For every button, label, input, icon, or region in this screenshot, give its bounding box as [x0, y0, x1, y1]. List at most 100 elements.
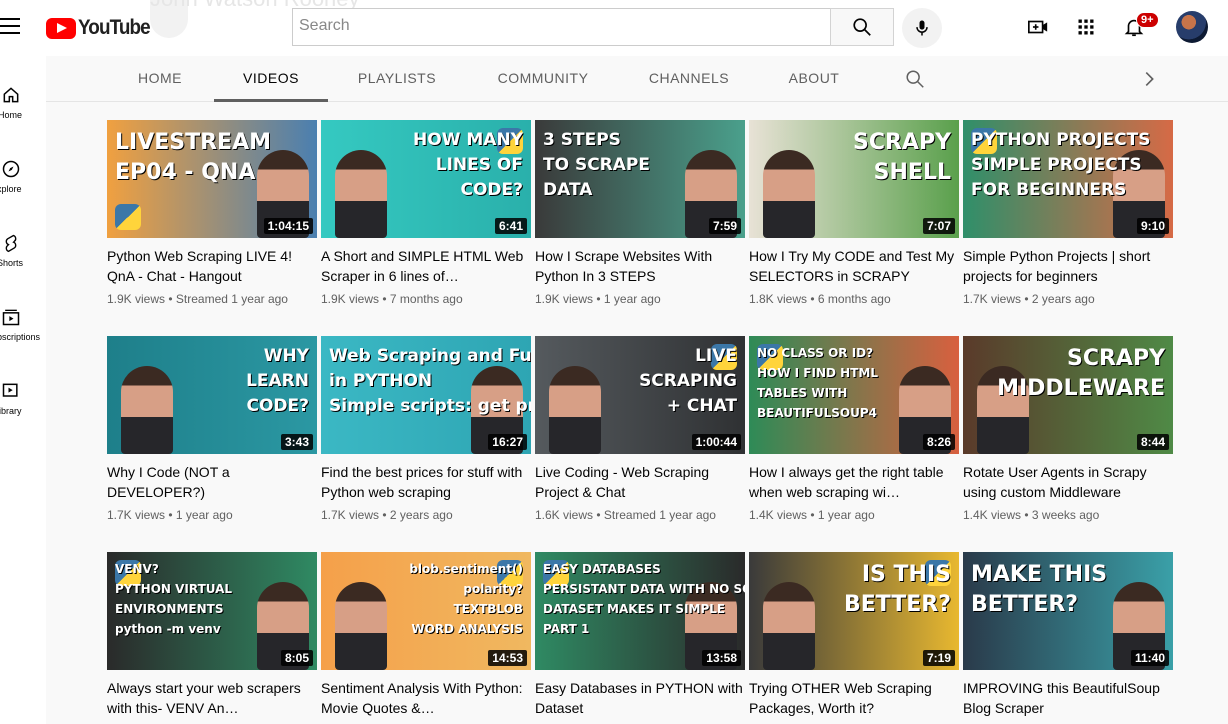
- sidebar-label: Subscriptions: [0, 332, 41, 342]
- sidebar-item-shorts[interactable]: Shorts: [0, 226, 46, 286]
- video-title[interactable]: Python Web Scraping LIVE 4! QnA - Chat -…: [107, 246, 317, 286]
- notification-badge: 9+: [1136, 12, 1159, 28]
- chevron-right-icon[interactable]: [1138, 68, 1162, 92]
- video-metadata: 1.9K views • 1 year ago: [535, 292, 745, 306]
- video-card[interactable]: LIVESTREAM EP04 - QNA 1:04:15 Python Web Sc…: [107, 120, 317, 306]
- channel-search-icon[interactable]: [904, 68, 928, 92]
- thumbnail-text: EP04 - QNA: [115, 160, 256, 185]
- tab-channels[interactable]: CHANNELS: [636, 56, 742, 102]
- thumbnail-text: PYTHON VIRTUAL: [115, 582, 233, 596]
- youtube-logo[interactable]: YouTube: [46, 16, 158, 40]
- search-input[interactable]: Search: [292, 8, 831, 46]
- sidebar-item-subscriptions[interactable]: Subscriptions: [0, 300, 46, 360]
- video-metadata: 1.7K views • 1 year ago: [107, 508, 317, 522]
- video-title[interactable]: Trying OTHER Web Scraping Packages, Wort…: [749, 678, 959, 718]
- thumbnail-text: DATASET MAKES IT SIMPLE: [543, 602, 726, 616]
- video-title[interactable]: Find the best prices for stuff with Pyth…: [321, 462, 531, 502]
- tab-about[interactable]: ABOUT: [778, 56, 850, 102]
- video-thumbnail[interactable]: IS THIS BETTER? 7:19: [749, 552, 959, 670]
- video-title[interactable]: Easy Databases in PYTHON with Dataset: [535, 678, 745, 718]
- video-card[interactable]: PYTHON PROJECTS SIMPLE PROJECTS FOR BEGINN…: [963, 120, 1173, 306]
- thumbnail-text: FOR BEGINNERS: [971, 180, 1127, 200]
- separator-dot: •: [379, 292, 390, 306]
- sidebar-item-explore[interactable]: Explore: [0, 152, 46, 212]
- separator-dot: •: [807, 508, 818, 522]
- video-metadata: 1.9K views • 7 months ago: [321, 292, 531, 306]
- apps-button[interactable]: [1073, 14, 1099, 40]
- video-thumbnail[interactable]: MAKE THIS BETTER? 11:40: [963, 552, 1173, 670]
- video-card[interactable]: NO CLASS OR ID? HOW I FIND HTML TABLES WIT…: [749, 336, 959, 522]
- video-title[interactable]: How I Try My CODE and Test My SELECTORS …: [749, 246, 959, 286]
- video-thumbnail[interactable]: HOW MANY LINES OF CODE? 6:41: [321, 120, 531, 238]
- video-thumbnail[interactable]: PYTHON PROJECTS SIMPLE PROJECTS FOR BEGINN…: [963, 120, 1173, 238]
- video-title[interactable]: Simple Python Projects | short projects …: [963, 246, 1173, 286]
- video-card[interactable]: SCRAPY SHELL 7:07 How I Try My CODE and Tes…: [749, 120, 959, 306]
- sidebar-item-home[interactable]: Home: [0, 78, 46, 138]
- video-card[interactable]: LIVE SCRAPING + CHAT 1:00:44 Live Coding - W…: [535, 336, 745, 522]
- view-count: 1.4K views: [749, 508, 808, 522]
- video-thumbnail[interactable]: SCRAPY MIDDLEWARE 8:44: [963, 336, 1173, 454]
- video-card[interactable]: Web Scraping and Functions in PYTHON Simpl…: [321, 336, 531, 522]
- duration-badge: 1:00:44: [691, 434, 741, 450]
- video-thumbnail[interactable]: LIVESTREAM EP04 - QNA 1:04:15: [107, 120, 317, 238]
- video-card[interactable]: WHY LEARN CODE? 3:43 Why I Code (NOT a DEVEL…: [107, 336, 317, 522]
- voice-search-button[interactable]: [902, 8, 942, 48]
- duration-badge: 16:27: [488, 434, 527, 450]
- video-card[interactable]: IS THIS BETTER? 7:19 Trying OTHER Web Scrap…: [749, 552, 959, 718]
- video-thumbnail[interactable]: VENV? PYTHON VIRTUAL ENVIRONMENTS python -m…: [107, 552, 317, 670]
- create-video-icon: [1028, 20, 1048, 34]
- video-title[interactable]: How I always get the right table when we…: [749, 462, 959, 502]
- sidebar-label: Library: [0, 406, 22, 416]
- search-button[interactable]: [830, 8, 894, 46]
- video-thumbnail[interactable]: blob.sentiment() polarity? TEXTBLOB WORD AN…: [321, 552, 531, 670]
- video-card[interactable]: 3 STEPS TO SCRAPE DATA 7:59 How I Scrape Web…: [535, 120, 745, 306]
- video-title[interactable]: IMPROVING this BeautifulSoup Blog Scrape…: [963, 678, 1173, 718]
- video-thumbnail[interactable]: WHY LEARN CODE? 3:43: [107, 336, 317, 454]
- video-card[interactable]: VENV? PYTHON VIRTUAL ENVIRONMENTS python -m…: [107, 552, 317, 718]
- video-thumbnail[interactable]: NO CLASS OR ID? HOW I FIND HTML TABLES WIT…: [749, 336, 959, 454]
- video-card[interactable]: MAKE THIS BETTER? 11:40 IMPROVING this Beau…: [963, 552, 1173, 718]
- thumbnail-text: PART 1: [543, 622, 590, 636]
- thumbnail-text: DATA: [543, 180, 593, 200]
- sidebar-item-library[interactable]: Library: [0, 374, 46, 434]
- video-thumbnail[interactable]: LIVE SCRAPING + CHAT 1:00:44: [535, 336, 745, 454]
- thumbnail-text: VENV?: [115, 562, 159, 576]
- tab-community[interactable]: COMMUNITY: [486, 56, 600, 102]
- video-card[interactable]: blob.sentiment() polarity? TEXTBLOB WORD AN…: [321, 552, 531, 718]
- video-thumbnail[interactable]: 3 STEPS TO SCRAPE DATA 7:59: [535, 120, 745, 238]
- account-avatar[interactable]: [1176, 11, 1208, 43]
- presenter-figure: [763, 582, 815, 670]
- video-title[interactable]: Sentiment Analysis With Python: Movie Qu…: [321, 678, 531, 718]
- tab-videos[interactable]: VIDEOS: [214, 56, 328, 102]
- view-count: 1.7K views: [321, 508, 380, 522]
- video-thumbnail[interactable]: SCRAPY SHELL 7:07: [749, 120, 959, 238]
- tab-playlists[interactable]: PLAYLISTS: [346, 56, 448, 102]
- separator-dot: •: [165, 508, 176, 522]
- video-title[interactable]: Live Coding - Web Scraping Project & Cha…: [535, 462, 745, 502]
- video-card[interactable]: HOW MANY LINES OF CODE? 6:41 A Short and SIM…: [321, 120, 531, 306]
- sidebar-label: Explore: [0, 184, 22, 194]
- duration-badge: 8:44: [1136, 434, 1169, 450]
- thumbnail-text: ENVIRONMENTS: [115, 602, 224, 616]
- video-card[interactable]: SCRAPY MIDDLEWARE 8:44 Rotate User Agents i…: [963, 336, 1173, 522]
- video-title[interactable]: How I Scrape Websites With Python In 3 S…: [535, 246, 745, 286]
- video-title[interactable]: Always start your web scrapers with this…: [107, 678, 317, 718]
- microphone-icon: [916, 20, 928, 36]
- upload-age: Streamed 1 year ago: [603, 508, 716, 522]
- thumbnail-text: SCRAPY: [852, 130, 951, 155]
- thumbnail-text: MIDDLEWARE: [997, 376, 1165, 401]
- video-thumbnail[interactable]: EASY DATABASES PERSISTANT DATA WITH NO SQ…: [535, 552, 745, 670]
- video-title[interactable]: Why I Code (NOT a DEVELOPER?): [107, 462, 317, 502]
- video-card[interactable]: EASY DATABASES PERSISTANT DATA WITH NO SQ…: [535, 552, 745, 718]
- video-metadata: 1.9K views • Streamed 1 year ago: [107, 292, 317, 306]
- video-title[interactable]: Rotate User Agents in Scrapy using custo…: [963, 462, 1173, 502]
- video-title[interactable]: A Short and SIMPLE HTML Web Scraper in 6…: [321, 246, 531, 286]
- create-button[interactable]: [1025, 14, 1051, 40]
- menu-icon[interactable]: [0, 18, 20, 36]
- video-metadata: 1.6K views • Streamed 1 year ago: [535, 508, 745, 522]
- compass-icon: [0, 158, 22, 180]
- tab-home[interactable]: HOME: [118, 56, 202, 102]
- duration-badge: 8:26: [922, 434, 955, 450]
- thumbnail-text: SCRAPY: [1066, 346, 1165, 371]
- video-thumbnail[interactable]: Web Scraping and Functions in PYTHON Simpl…: [321, 336, 531, 454]
